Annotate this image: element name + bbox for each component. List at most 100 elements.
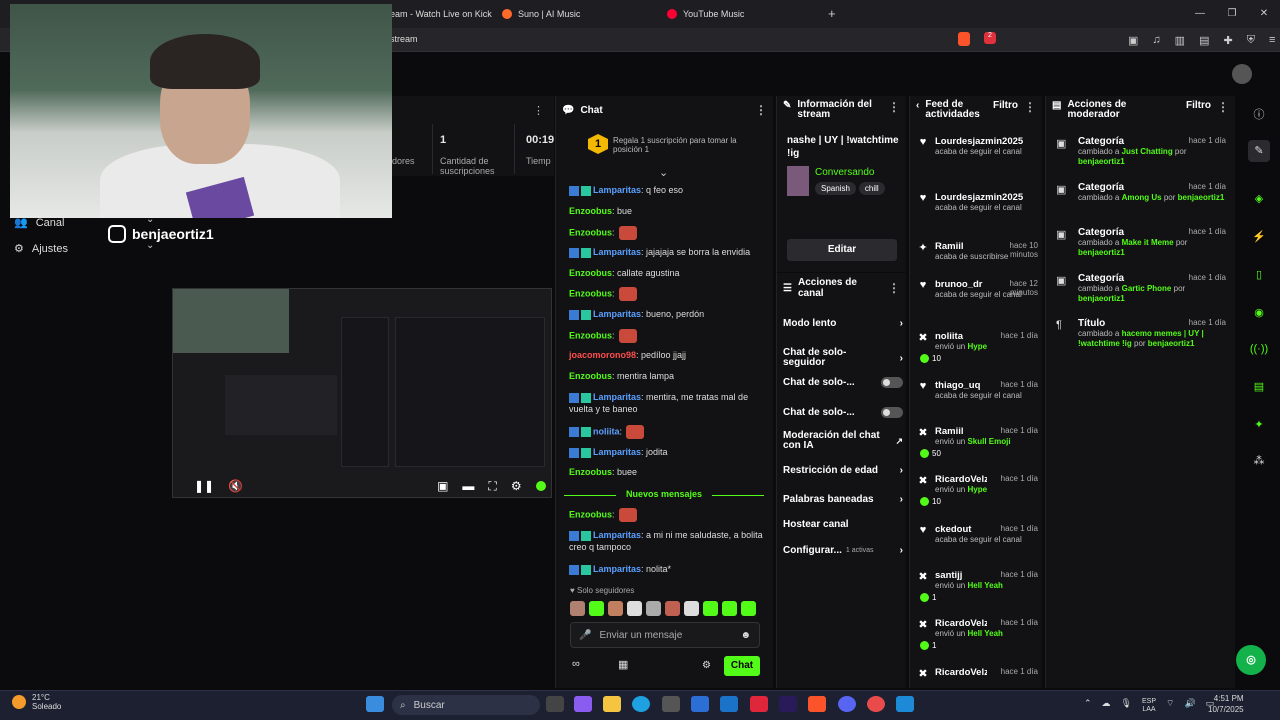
emoji-icon[interactable]: ☻ [740,630,751,641]
edit-icon[interactable]: ✎ [1248,140,1270,162]
taskbar-search[interactable]: ⌕ Buscar [392,695,540,715]
info-icon[interactable]: ⓘ [1248,104,1270,126]
mod-action-item[interactable]: ▣ Categoría hace 1 día cambiado a Make it M… [1054,227,1226,258]
feed-item[interactable]: ♥ ckedout hace 1 día acaba de seguir el can… [916,524,1040,545]
wifi-icon[interactable]: ⌔ [1166,698,1174,714]
brave-icon[interactable] [808,696,826,712]
outlook-icon[interactable] [720,696,738,712]
mod-action-user[interactable]: benjaeortiz1 [1078,157,1125,166]
feed-item[interactable]: ✖ santijj hace 1 día envió un Hell Yeah 1 [916,570,1040,602]
discord-icon[interactable] [838,696,856,712]
chat-username[interactable]: Enzoobus [569,268,612,278]
theater-icon[interactable]: ▬ [462,479,474,493]
kick-help-button[interactable]: ◎ [1236,645,1266,675]
channel-action-item[interactable]: Restricción de edad › [783,465,903,476]
chat-bubble-icon[interactable]: ◉ [1248,302,1270,324]
expand-icon[interactable]: ⌄ [659,166,668,179]
chat-username[interactable]: Enzoobus [569,467,612,477]
new-tab-button[interactable]: + [828,6,836,21]
edit-button[interactable]: Editar [787,239,897,261]
maximize-button[interactable]: ❐ [1216,0,1248,28]
category-name[interactable]: Conversando [815,167,874,178]
emote-icon[interactable] [589,601,604,616]
pinned-message[interactable]: Regala 1 suscripción para tomar la posic… [613,136,743,154]
pause-icon[interactable]: ❚❚ [194,479,214,493]
vpn-icon[interactable]: ⛨ [1247,34,1255,47]
chat-username[interactable]: Lamparitas [593,447,641,457]
app-icon-3[interactable] [896,696,914,712]
edge-icon[interactable] [632,696,650,712]
feed-item[interactable]: ✦ Ramiil hace 10 minutos acaba de suscribir… [916,241,1040,262]
premiere-icon[interactable] [779,696,797,712]
channel-action-item[interactable]: Configurar... 1 activas › [783,545,903,556]
mod-action-user[interactable]: benjaeortiz1 [1178,193,1225,202]
feed-item[interactable]: ✖ RicardoVelz hace 1 día [916,667,1040,680]
cloud-icon[interactable]: ☁ [1102,698,1111,714]
mod-action-user[interactable]: benjaeortiz1 [1078,294,1125,303]
feed-item[interactable]: ✖ noliita hace 1 día envió un Hype 10 [916,331,1040,363]
channel-action-item[interactable]: Modo lento › [783,318,903,329]
wrench-icon[interactable]: ✦ [1248,414,1270,436]
send-chat-button[interactable]: Chat [724,656,760,676]
feed-item[interactable]: ✖ RicardoVelz hace 1 día envió un Hype 10 [916,474,1040,506]
mute-icon[interactable]: 🔇 [228,479,243,493]
chat-menu-icon[interactable]: ⋮ [755,103,767,117]
brave-shield-icon[interactable] [958,32,970,46]
settings-icon[interactable]: ⚙ [511,479,522,493]
emote-icon[interactable] [665,601,680,616]
sidebar-item-canal[interactable]: 👥 Canal [14,216,64,230]
tab-youtube-music[interactable]: YouTube Music [667,0,744,28]
feed-item[interactable]: ♥ Lourdesjazmin2025 acaba de seguir el can… [916,192,1040,213]
feed-item[interactable]: ♥ Lourdesjazmin2025 acaba de seguir el can… [916,136,1040,157]
channel-action-item[interactable]: Chat de solo-... [783,407,903,418]
bolt-icon[interactable]: ⚡ [1248,226,1270,248]
kicks-icon[interactable]: ∞ [572,658,580,670]
chevron-down-icon[interactable]: ⌄ [146,214,154,225]
tab-suno[interactable]: Suno | AI Music [502,0,580,28]
menu-icon[interactable]: ≡ [1269,34,1275,47]
wallet-icon[interactable]: ▤ [1199,34,1209,47]
app-icon[interactable] [691,696,709,712]
screenshot-icon[interactable]: ▣ [1128,34,1138,47]
channel-action-item[interactable]: Moderación del chat con IA ↗ [783,431,903,451]
emote-icon[interactable] [722,601,737,616]
chat-username[interactable]: Lamparitas [593,564,641,574]
feed-item[interactable]: ✖ RicardoVelz hace 1 día envió un Hell Yeah… [916,618,1040,650]
feed-item[interactable]: ♥ brunoo_dr hace 12 minutos acaba de seguir… [916,279,1040,300]
emote-icon[interactable] [570,601,585,616]
actions-menu-icon[interactable]: ⋮ [888,281,900,295]
mod-action-item[interactable]: ▣ Categoría hace 1 día cambiado a Among Us … [1054,182,1226,203]
emote-icon[interactable] [741,601,756,616]
layout-icon[interactable]: ▤ [1248,376,1270,398]
toggle-switch[interactable] [881,377,903,388]
toggle-switch[interactable] [881,407,903,418]
mod-action-item[interactable]: ¶ Título hace 1 día cambiado a hacemo memes… [1054,318,1226,349]
dashboard-icon[interactable]: ◈ [1248,188,1270,210]
fullscreen-icon[interactable]: ⛶ [488,479,496,494]
store-icon[interactable]: ▦ [618,658,628,671]
chat-username[interactable]: Lamparitas [593,247,641,257]
chat-input[interactable]: 🎤 Enviar un mensaje ☻ [570,622,760,648]
chat-username[interactable]: Lamparitas [593,185,641,195]
url-input[interactable]: stream [390,34,418,44]
document-icon[interactable]: ▯ [1248,264,1270,286]
weather-widget[interactable]: 21°C Soleado [12,693,61,711]
chat-username[interactable]: Lamparitas [593,309,641,319]
arrow-left-icon[interactable]: ‹ [916,100,919,111]
chat-username[interactable]: Lamparitas [593,392,641,402]
mod-action-user[interactable]: benjaeortiz1 [1078,248,1125,257]
feed-item[interactable]: ✖ Ramiil hace 1 día envió un Skull Emoji 50 [916,426,1040,458]
file-explorer-icon[interactable] [603,696,621,712]
chat-username[interactable]: Enzoobus [569,509,612,519]
emote-icon[interactable] [646,601,661,616]
language-indicator[interactable]: ESP LAA [1142,698,1156,714]
chevron-up-icon[interactable]: ⌃ [1084,698,1092,714]
chat-username[interactable]: joacomorono98 [569,350,636,360]
chat-username[interactable]: Enzoobus [569,330,612,340]
emote-icon[interactable] [608,601,623,616]
chat-username[interactable]: noliita [593,426,620,436]
channel-action-item[interactable]: Palabras baneadas › [783,494,903,505]
copilot-icon[interactable] [574,696,592,712]
sidebar-icon[interactable]: ▥ [1175,34,1185,47]
app-icon-2[interactable] [867,696,885,712]
